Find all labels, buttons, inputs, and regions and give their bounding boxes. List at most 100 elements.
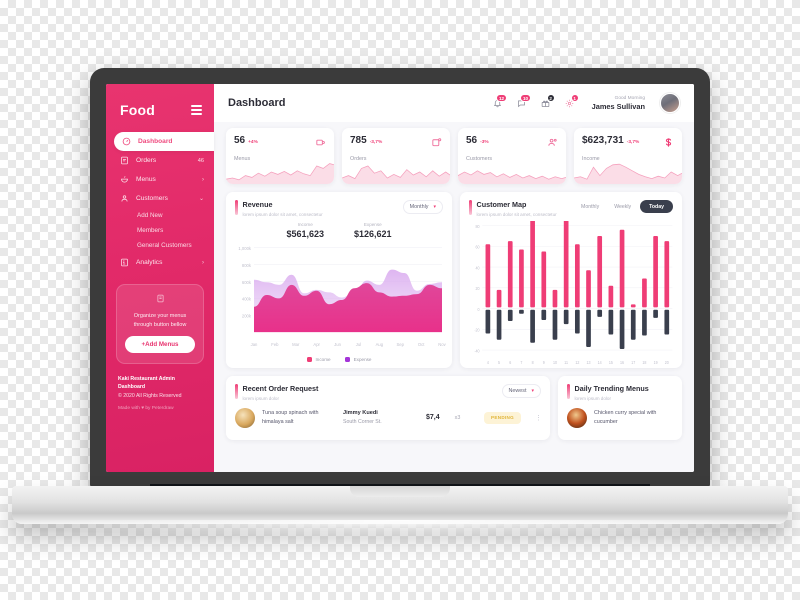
svg-text:Aug: Aug — [376, 341, 384, 346]
svg-text:1,000k: 1,000k — [238, 245, 251, 250]
laptop-mockup: Food Dashboard Orders 46 Menus › Custome… — [0, 0, 800, 600]
accent-bar-orders — [235, 384, 238, 399]
charts-row: Revenue lorem ipsum dolor sit amet, cons… — [226, 192, 682, 368]
topbar: Dashboard 12 10 2 1 Good Morning James S… — [214, 84, 694, 122]
avatar[interactable] — [660, 93, 680, 113]
stat-card-menus[interactable]: 56 +4% Menus — [226, 128, 334, 184]
chart-icon — [120, 258, 129, 267]
svg-text:18: 18 — [642, 359, 647, 365]
svg-text:80: 80 — [476, 223, 481, 229]
stat-value-menus: 56 — [234, 135, 246, 146]
stat-value-wrap-menus: 56 +4% — [234, 135, 258, 146]
revenue-chart: 1,000k 800k 600k 400k 200k Jan Feb Mar Apr Jun Jul… — [232, 243, 446, 356]
revenue-expense-figure: Expense $126,621 — [354, 222, 392, 239]
stat-value-orders: 785 — [350, 135, 367, 146]
customer-map-title-wrap: Customer Map lorem ipsum dolor sit amet,… — [469, 200, 557, 217]
svg-text:20: 20 — [665, 359, 670, 365]
svg-text:14: 14 — [598, 359, 603, 365]
table-row[interactable]: Tuna soup spinach with himalaya salt Jim… — [226, 401, 550, 428]
legend-income-label: Income — [315, 357, 331, 362]
customer-map-chart: 80 60 40 20 0 -20 -40 4 5 6 7 8 9 10 11 12 13 14 15 16 17 18 1… — [466, 220, 676, 369]
promo-text: Organize your menus through button bello… — [133, 313, 187, 328]
svg-text:11: 11 — [564, 359, 568, 365]
order-price: $7,4 — [426, 414, 440, 421]
status-badge: PENDING — [483, 411, 521, 424]
dollar-icon — [663, 135, 674, 153]
revenue-income-figure: Income $561,623 — [286, 222, 324, 239]
customer-map-title-text: Customer Map lorem ipsum dolor sit amet,… — [477, 200, 557, 217]
gifts-button[interactable]: 2 — [538, 93, 555, 111]
laptop-lid: Food Dashboard Orders 46 Menus › Custome… — [90, 68, 710, 488]
chevron-right-icon-analytics: › — [202, 259, 204, 266]
customer-map-title: Customer Map — [476, 200, 527, 209]
notifications-bell-button[interactable]: 12 — [490, 93, 507, 111]
user-icon — [120, 194, 129, 203]
sidebar-subitem-add-new[interactable]: Add New — [106, 208, 214, 223]
stat-card-income[interactable]: $623,731 -3,7% Income — [574, 128, 682, 184]
footer-line-1: Kaki Restaurant Admin Dashboard — [118, 376, 175, 391]
stat-value-income: $623,731 — [582, 135, 624, 146]
brand-logo: Food — [120, 102, 156, 118]
sidebar-subitem-members[interactable]: Members — [106, 223, 214, 238]
stat-value-customers: 56 — [466, 135, 478, 146]
trending-title-text: Daily Trending Menus lorem ipsum dolor — [575, 384, 649, 401]
sidebar-item-customers[interactable]: Customers ⌄ — [106, 189, 214, 208]
order-box-icon — [431, 135, 442, 153]
revenue-range-select[interactable]: Monthly ▾ — [402, 200, 443, 214]
revenue-title: Revenue — [242, 200, 273, 209]
svg-text:Mar: Mar — [292, 341, 300, 346]
hamburger-icon[interactable] — [191, 105, 202, 115]
page-title: Dashboard — [228, 97, 286, 109]
svg-text:Oct: Oct — [418, 341, 425, 346]
svg-text:17: 17 — [631, 359, 636, 365]
chevron-right-icon: › — [202, 176, 204, 183]
svg-text:15: 15 — [609, 359, 614, 365]
stat-text-customers: 56 -3% — [466, 135, 489, 146]
settings-button[interactable]: 1 — [562, 93, 579, 111]
recent-orders-subtitle: lorem ipsum dolor — [242, 395, 280, 401]
kebab-menu-icon[interactable]: ⋮ — [535, 414, 542, 422]
badge-gifts: 2 — [546, 93, 555, 102]
stat-card-customers[interactable]: 56 -3% Customers — [458, 128, 566, 184]
svg-text:6: 6 — [509, 359, 512, 365]
clipboard-icon — [120, 156, 129, 165]
orders-sort-select[interactable]: Newest ▾ — [501, 384, 541, 398]
stat-delta-menus: +4% — [248, 140, 258, 145]
sidebar-item-dashboard[interactable]: Dashboard — [114, 132, 214, 151]
footer-line-3: Made with ♥ by Peterdraw — [118, 405, 174, 411]
accent-bar-trending — [567, 384, 570, 399]
svg-text:40: 40 — [476, 264, 481, 270]
sidebar-item-menus[interactable]: Menus › — [106, 170, 214, 189]
add-menus-button[interactable]: +Add Menus — [125, 336, 195, 354]
customers-icon — [547, 135, 558, 153]
revenue-expense-label: Expense — [363, 221, 382, 227]
topbar-right: 12 10 2 1 Good Morning James Sullivan — [490, 93, 680, 113]
revenue-income-label: Income — [297, 221, 313, 227]
sidebar-item-analytics[interactable]: Analytics › — [106, 253, 214, 272]
legend-income: Income — [306, 357, 331, 362]
sidebar-badge-orders: 46 — [197, 157, 204, 164]
sidebar-item-orders[interactable]: Orders 46 — [106, 151, 214, 170]
list-item[interactable]: Chicken curry special with cucumber — [558, 401, 682, 428]
range-monthly[interactable]: Monthly — [575, 201, 605, 213]
svg-text:20: 20 — [476, 285, 481, 291]
stat-delta-income: -3,7% — [626, 140, 640, 145]
trending-title-wrap: Daily Trending Menus lorem ipsum dolor — [567, 384, 649, 401]
stat-card-orders[interactable]: 785 -3,7% Orders — [342, 128, 450, 184]
user-greeting: Good Morning James Sullivan — [592, 96, 645, 111]
messages-button[interactable]: 10 — [514, 93, 531, 111]
stat-value-wrap-customers: 56 -3% — [466, 135, 489, 146]
range-today[interactable]: Today — [640, 200, 673, 213]
order-item-name: Tuna soup spinach with himalaya salt — [262, 410, 319, 425]
sidebar-subitem-general-customers[interactable]: General Customers — [106, 238, 214, 253]
legend-expense: Expense — [344, 357, 372, 362]
legend-expense-label: Expense — [353, 357, 372, 362]
stat-value-wrap-orders: 785 -3,7% — [350, 135, 382, 146]
range-weekly[interactable]: Weekly — [608, 201, 637, 213]
laptop-screen: Food Dashboard Orders 46 Menus › Custome… — [106, 84, 694, 472]
content-scroll: 56 +4% Menus 785 -3,7% Orders 56 -3% Cus… — [214, 122, 694, 472]
sparkline-income — [574, 163, 682, 184]
revenue-expense-value: $126,621 — [354, 228, 392, 239]
greeting-text: Good Morning — [614, 95, 645, 101]
customer-map-subtitle: lorem ipsum dolor sit amet, consectetur — [476, 211, 557, 217]
